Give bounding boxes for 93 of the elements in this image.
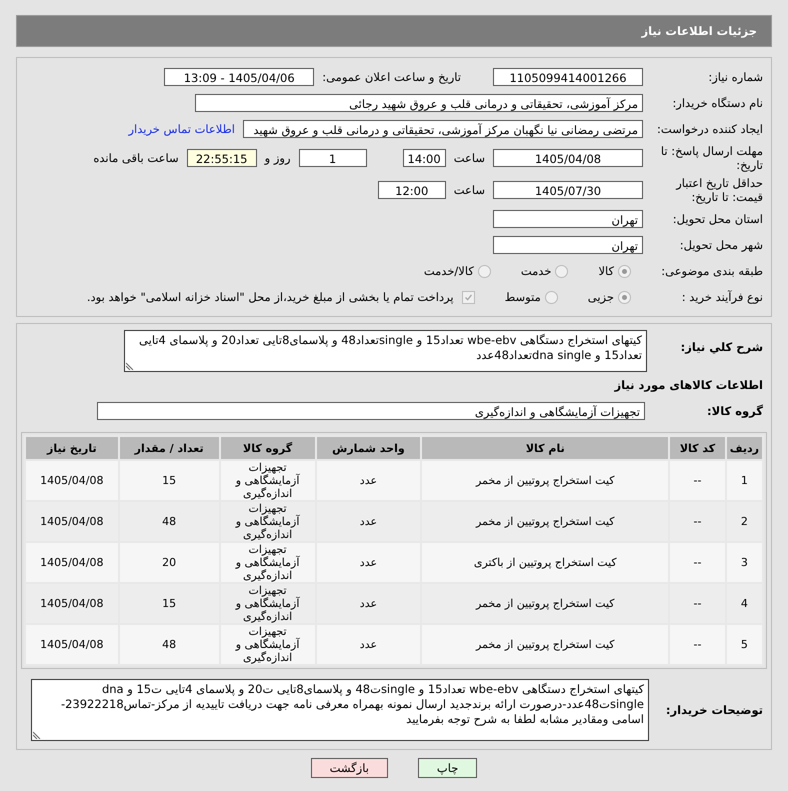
field-label: طبقه بندی موضوعی: (660, 264, 764, 278)
input-field: تجهیزات آزمایشگاهی و اندازه‌گیری (97, 402, 645, 420)
notes-field: کیتهای استخراج دستگاهی wbe-ebv تعداد15 و singleت48 و پلاسمای8تایی ت20 و پلاسمای 4تایی ت15 و dna singleت48عدد-درصورت ارائه برندجدید ارسال نمونه بهمراه معرفی نامه جهت دریافت تاییدیه از مرکز-تماس23922218-اسامی ومقادیر مشابه لطفا به شرح توجه بفرمایید (31, 679, 649, 741)
radio-label: متوسط (504, 290, 541, 304)
radio-label: کالا/خدمت (424, 264, 474, 278)
input-field: 1405/07/30 (493, 181, 643, 199)
table-cell: کیت استخراج پروتیین از مخمر (422, 625, 668, 664)
table-cell: 1405/04/08 (26, 543, 118, 582)
radio-label: جزیی (588, 290, 614, 304)
table-cell: 1405/04/08 (26, 461, 118, 500)
back-button[interactable]: بازگشت (310, 758, 388, 778)
table-cell: 1 (726, 461, 762, 500)
table-cell: 3 (726, 543, 762, 582)
table-cell: 48 (120, 625, 219, 664)
field-label: نوع فرآیند خرید : (680, 290, 764, 304)
table-cell: -- (670, 502, 725, 541)
checkbox[interactable] (462, 290, 475, 304)
field-label: تاریخ و ساعت اعلان عمومی: (322, 70, 461, 84)
column-header: گروه کالا (220, 437, 315, 459)
table-cell: کیت استخراج پروتیین از مخمر (422, 461, 668, 500)
table-cell: تجهیزات آزمایشگاهی و اندازه‌گیری (220, 584, 315, 623)
field-label: ساعت (454, 183, 485, 197)
input-field: 1105099414001266 (493, 68, 643, 86)
radio-button[interactable] (618, 290, 631, 304)
column-header: کد کالا (670, 437, 725, 459)
field-label: شرح کلي نياز: (680, 339, 764, 354)
table-cell: -- (670, 461, 725, 500)
table-cell: عدد (316, 461, 420, 500)
input-field: مرکز آموزشی، تحقیقاتی و درمانی قلب و عروق شهید رجائی (195, 94, 643, 112)
table-cell: 48 (120, 502, 219, 541)
table-cell: 15 (120, 584, 219, 623)
field-label: شهر محل تحویل: (678, 238, 764, 252)
table-cell: کیت استخراج پروتیین از باکتری (422, 543, 668, 582)
table-cell: عدد (316, 625, 420, 664)
input-field: تهران (493, 210, 643, 228)
field-label: استان محل تحویل: (672, 212, 764, 226)
field-label: گروه کالا: (706, 404, 764, 418)
field-label: ایجاد کننده درخواست: (657, 122, 764, 136)
field-label: ساعت باقی مانده (93, 151, 179, 165)
table-cell: 1405/04/08 (26, 502, 118, 541)
table-cell: عدد (316, 502, 420, 541)
table-cell: عدد (316, 584, 420, 623)
input-field: 1405/04/06 - 13:09 (164, 68, 314, 86)
radio-button[interactable] (544, 290, 558, 304)
field-label: مهلت ارسال پاسخ: تا تاریخ: (660, 144, 764, 172)
input-field: 14:00 (402, 149, 446, 167)
field-label: توضیحات خریدار: (664, 703, 764, 717)
input-field: تهران (493, 236, 643, 254)
print-button[interactable]: چاپ (418, 758, 478, 778)
column-header: تعداد / مقدار (120, 437, 219, 459)
column-header: تاریخ نیاز (26, 437, 118, 459)
table-cell: 5 (726, 625, 762, 664)
table-cell: -- (670, 584, 725, 623)
contact-link[interactable]: اطلاعات تماس خریدار (128, 122, 235, 136)
table-cell: کیت استخراج پروتیین از مخمر (422, 502, 668, 541)
resize-grip-icon[interactable] (126, 362, 134, 370)
table-cell: تجهیزات آزمایشگاهی و اندازه‌گیری (220, 543, 315, 582)
table-cell: عدد (316, 543, 420, 582)
table-cell: 20 (120, 543, 219, 582)
table-cell: 4 (726, 584, 762, 623)
table-cell: تجهیزات آزمایشگاهی و اندازه‌گیری (220, 502, 315, 541)
input-field: 1 (298, 149, 367, 167)
column-header: نام کالا (422, 437, 668, 459)
table-cell: تجهیزات آزمایشگاهی و اندازه‌گیری (220, 461, 315, 500)
radio-button[interactable] (618, 264, 631, 278)
radio-button[interactable] (478, 264, 491, 278)
table-cell: -- (670, 543, 725, 582)
table-cell: 1405/04/08 (26, 625, 118, 664)
section-heading: اطلاعات کالاهای مورد نیاز (613, 377, 764, 394)
field-label: ساعت (454, 151, 485, 165)
countdown-field: 22:55:15 (186, 149, 257, 167)
table-cell: -- (670, 625, 725, 664)
field-label: روز و (264, 151, 291, 165)
radio-button[interactable] (555, 264, 568, 278)
table-cell: 1405/04/08 (26, 584, 118, 623)
field-label: نام دستگاه خریدار: (671, 96, 764, 110)
checkbox-label: پرداخت تمام یا بخشی از مبلغ خرید،از محل "اسناد خزانه اسلامی" خواهد بود. (86, 290, 454, 304)
page-title: جزئیات اطلاعات نیاز (16, 15, 772, 47)
table-cell: کیت استخراج پروتیین از مخمر (422, 584, 668, 623)
input-field: 12:00 (378, 181, 446, 199)
table-cell: 2 (726, 502, 762, 541)
table-cell: تجهیزات آزمایشگاهی و اندازه‌گیری (220, 625, 315, 664)
radio-label: کالا (598, 264, 614, 278)
column-header: ردیف (726, 437, 762, 459)
field-label: شماره نیاز: (707, 70, 764, 84)
resize-grip-icon[interactable] (33, 731, 41, 739)
column-header: واحد شمارش (316, 437, 420, 459)
description-field: کیتهای استخراج دستگاهی wbe-ebv تعداد15 و singleتعداد48 و پلاسمای8تایی تعداد20 و پلاسمای 4تایی تعداد15 و dna singleتعداد48عدد (124, 330, 647, 372)
input-field: مرتضی رمضانی نیا نگهبان مرکز آموزشی، تحقیقاتی و درمانی قلب و عروق شهید (243, 120, 643, 138)
radio-label: خدمت (520, 264, 552, 278)
field-label: حداقل تاریخ اعتبار قیمت: تا تاریخ: (674, 176, 764, 204)
table-cell: 15 (120, 461, 219, 500)
input-field: 1405/04/08 (493, 149, 643, 167)
